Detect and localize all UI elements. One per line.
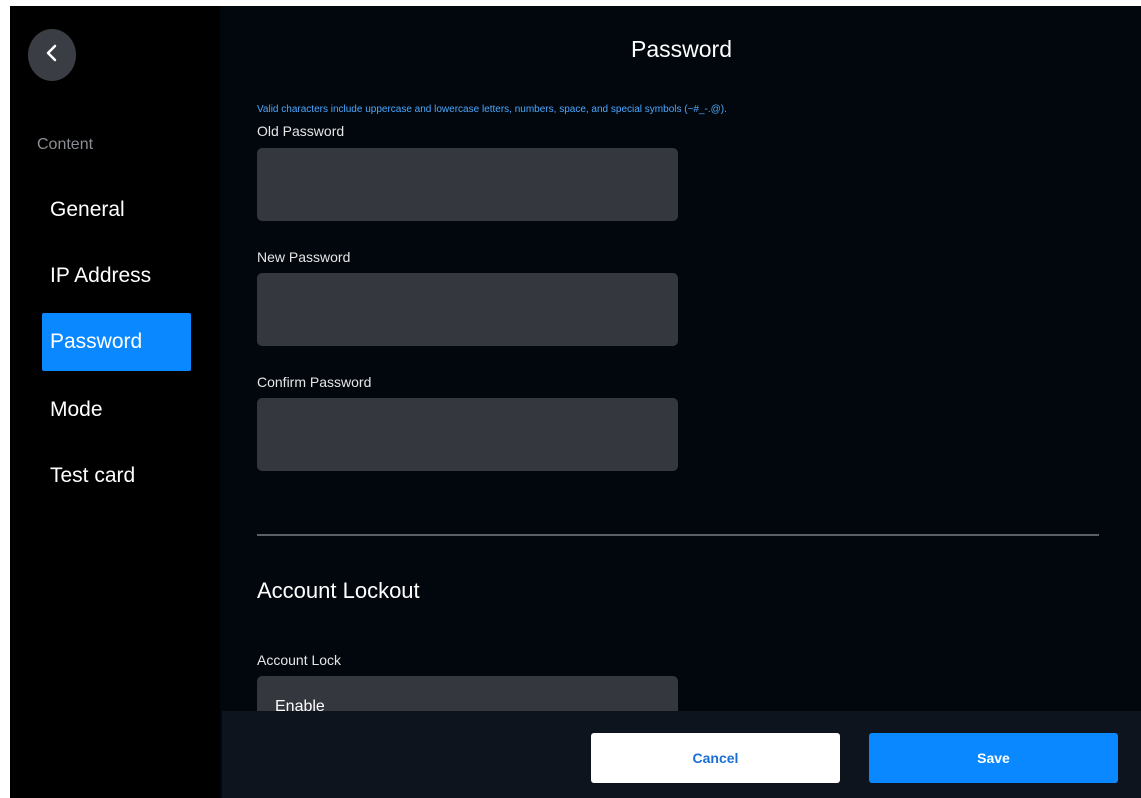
sidebar: Content General IP Address Password Mode… (10, 6, 220, 798)
sidebar-item-mode[interactable]: Mode (42, 381, 191, 439)
cancel-button[interactable]: Cancel (591, 733, 840, 783)
sidebar-item-general[interactable]: General (42, 181, 191, 239)
page-title: Password (631, 36, 732, 62)
footer-bar: Cancel Save (222, 711, 1141, 798)
sidebar-item-password[interactable]: Password (42, 313, 191, 371)
section-divider (257, 534, 1099, 536)
save-button[interactable]: Save (869, 733, 1118, 783)
new-password-label: New Password (257, 249, 351, 265)
sidebar-section-label: Content (37, 136, 94, 153)
app-window: Content General IP Address Password Mode… (10, 6, 1141, 798)
old-password-field[interactable] (257, 148, 678, 221)
sidebar-item-test-card[interactable]: Test card (42, 447, 191, 505)
chevron-left-icon (45, 43, 59, 68)
confirm-password-field[interactable] (257, 398, 678, 471)
old-password-label: Old Password (257, 123, 345, 139)
main-panel: Password Valid characters include upperc… (222, 6, 1141, 798)
back-button[interactable] (28, 29, 76, 81)
new-password-field[interactable] (257, 273, 678, 346)
password-hint: Valid characters include uppercase and l… (257, 104, 727, 115)
account-lock-label: Account Lock (257, 652, 342, 668)
account-lockout-title: Account Lockout (257, 578, 420, 603)
sidebar-item-ip-address[interactable]: IP Address (42, 247, 191, 305)
confirm-password-label: Confirm Password (257, 374, 372, 390)
